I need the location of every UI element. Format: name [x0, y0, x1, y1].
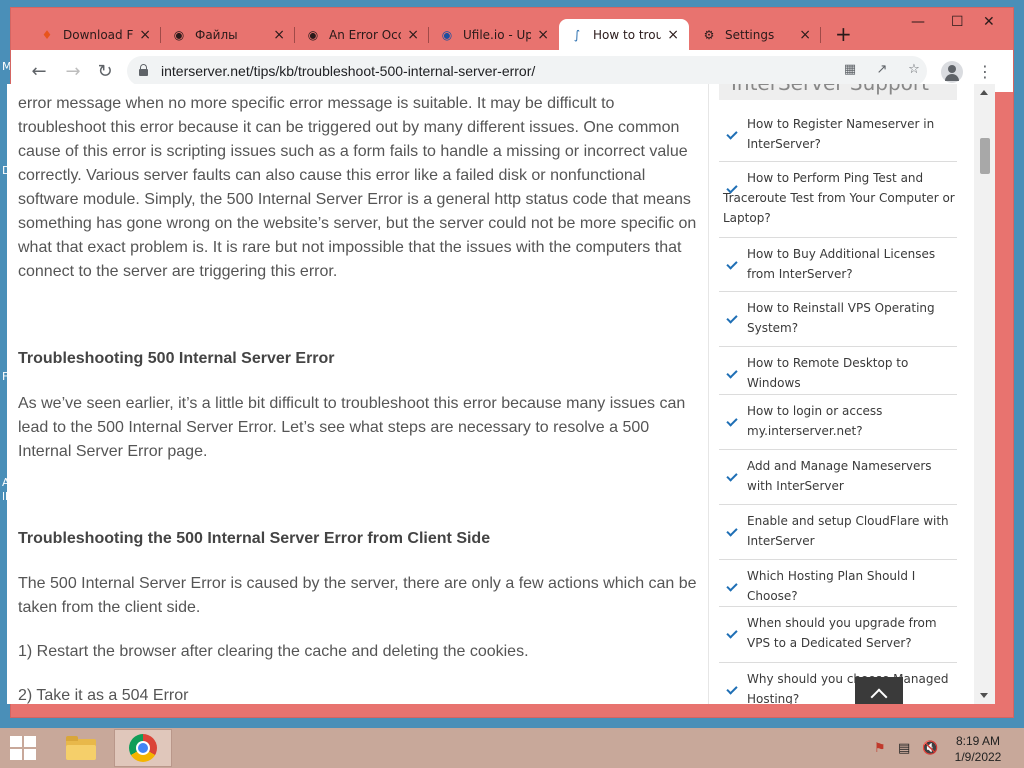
lock-icon[interactable]: [139, 64, 148, 76]
maximize-button[interactable]: ☐: [951, 14, 964, 30]
interserver-icon: ∫: [573, 27, 581, 42]
sidebar-link[interactable]: How to Register Nameserver in InterServe…: [719, 108, 957, 162]
close-tab-icon[interactable]: ×: [139, 27, 151, 43]
article-paragraph: The 500 Internal Server Error is caused …: [18, 575, 697, 616]
sidebar-link[interactable]: How to login or access my.interserver.ne…: [719, 395, 957, 450]
check-icon: [727, 683, 739, 695]
url-text[interactable]: interserver.net/tips/kb/troubleshoot-500…: [161, 63, 535, 79]
check-icon: [727, 470, 739, 482]
check-icon: [727, 128, 739, 140]
check-icon: [727, 415, 739, 427]
start-button[interactable]: [10, 736, 38, 762]
new-tab-button[interactable]: +: [835, 22, 852, 46]
back-to-top-button[interactable]: [855, 677, 903, 704]
back-arrow-icon[interactable]: ←: [29, 62, 49, 82]
tab-ufile[interactable]: ◉ Ufile.io - Upl ×: [429, 19, 559, 50]
check-icon: [727, 525, 739, 537]
sidebar-link[interactable]: How to Buy Additional Licenses from Inte…: [719, 238, 957, 292]
action-center-flag-icon[interactable]: ⚑: [874, 741, 886, 756]
ufile-icon: ◉: [441, 27, 453, 42]
profile-avatar-icon[interactable]: [941, 61, 963, 83]
scroll-down-arrow-icon[interactable]: [980, 693, 988, 698]
chrome-icon: [129, 734, 157, 762]
close-tab-icon[interactable]: ×: [667, 27, 679, 43]
windows-taskbar: ⚑ ▤ 🔇 8:19 AM 1/9/2022: [0, 728, 1024, 768]
sidebar-link[interactable]: Which Hosting Plan Should I Choose?: [719, 560, 957, 607]
check-icon: [727, 258, 739, 270]
volume-muted-icon[interactable]: 🔇: [922, 741, 938, 756]
chrome-taskbar-button[interactable]: [114, 729, 172, 767]
check-icon: [727, 367, 739, 379]
tab-interserver[interactable]: ∫ How to troul ×: [559, 19, 689, 50]
article-step: 2) Take it as a 504 Error: [18, 687, 189, 704]
network-icon[interactable]: ▤: [898, 741, 910, 756]
reload-icon[interactable]: ↻: [95, 62, 115, 82]
section-heading: Troubleshooting 500 Internal Server Erro…: [18, 350, 335, 367]
forward-arrow-icon[interactable]: →: [63, 62, 83, 82]
close-tab-icon[interactable]: ×: [537, 27, 549, 43]
article-paragraph: As we’ve seen earlier, it’s a little bit…: [18, 395, 686, 460]
close-tab-icon[interactable]: ×: [799, 27, 811, 43]
tab-label: Settings: [725, 27, 775, 42]
sidebar-link[interactable]: Add and Manage Nameservers with InterSer…: [719, 450, 957, 505]
tab-label: Download Fi: [63, 27, 134, 42]
share-icon[interactable]: ↗: [873, 61, 891, 79]
bookmark-star-icon[interactable]: ☆: [905, 61, 923, 79]
scrollbar-thumb[interactable]: [980, 138, 990, 174]
check-icon: [727, 580, 739, 592]
check-icon: [727, 312, 739, 324]
sidebar-link[interactable]: How to Reinstall VPS Operating System?: [719, 292, 957, 347]
article-paragraph: error message when no more specific erro…: [18, 95, 697, 280]
tab-label: Файлы: [195, 27, 238, 42]
close-tab-icon[interactable]: ×: [273, 27, 285, 43]
clock-date: 1/9/2022: [954, 750, 1002, 764]
gear-icon: ⚙: [703, 27, 715, 42]
site-icon: ◉: [307, 27, 319, 42]
minimize-button[interactable]: —: [911, 14, 925, 30]
tab-download[interactable]: ♦ Download Fi ×: [29, 19, 161, 50]
sidebar-title: InterServer Support: [719, 84, 957, 100]
sidebar-link[interactable]: Why should you choose Managed Hosting?: [719, 663, 957, 704]
tab-label: How to troul: [593, 27, 662, 42]
tab-label: Ufile.io - Upl: [463, 27, 532, 42]
address-bar[interactable]: interserver.net/tips/kb/troubleshoot-500…: [127, 56, 927, 86]
file-explorer-button[interactable]: [52, 729, 110, 767]
sidebar-link[interactable]: Enable and setup CloudFlare with InterSe…: [719, 505, 957, 560]
page-scrollbar[interactable]: [974, 84, 995, 704]
sidebar-link[interactable]: How to Perform Ping Test and Traceroute …: [719, 162, 957, 238]
support-sidebar: InterServer Support How to Register Name…: [717, 84, 963, 704]
folder-icon: [66, 736, 96, 760]
tab-strip: ♦ Download Fi × ◉ Файлы × ◉ An Error Occ…: [11, 8, 1013, 50]
close-window-button[interactable]: ✕: [983, 14, 995, 30]
sidebar-link[interactable]: How to Remote Desktop to Windows: [719, 347, 957, 395]
scroll-up-arrow-icon[interactable]: [980, 90, 988, 95]
tab-error[interactable]: ◉ An Error Occ ×: [295, 19, 429, 50]
article-body: error message when no more specific erro…: [7, 84, 708, 704]
tab-label: An Error Occ: [329, 27, 402, 42]
firefox-fire-icon: ♦: [41, 27, 53, 42]
tab-files[interactable]: ◉ Файлы ×: [161, 19, 295, 50]
close-tab-icon[interactable]: ×: [407, 27, 419, 43]
menu-kebab-icon[interactable]: ⋮: [977, 62, 993, 81]
clock-time: 8:19 AM: [955, 734, 1001, 748]
section-heading: Troubleshooting the 500 Internal Server …: [18, 530, 491, 547]
tab-settings[interactable]: ⚙ Settings ×: [691, 19, 821, 50]
page-content: error message when no more specific erro…: [7, 84, 995, 704]
column-divider: [708, 84, 709, 704]
taskbar-clock[interactable]: 8:19 AM 1/9/2022: [948, 733, 1008, 765]
sidebar-link[interactable]: When should you upgrade from VPS to a De…: [719, 607, 957, 663]
translate-icon[interactable]: ▦: [841, 61, 859, 79]
site-icon: ◉: [173, 27, 185, 42]
article-step: 1) Restart the browser after clearing th…: [18, 643, 529, 660]
check-icon: [727, 627, 739, 639]
